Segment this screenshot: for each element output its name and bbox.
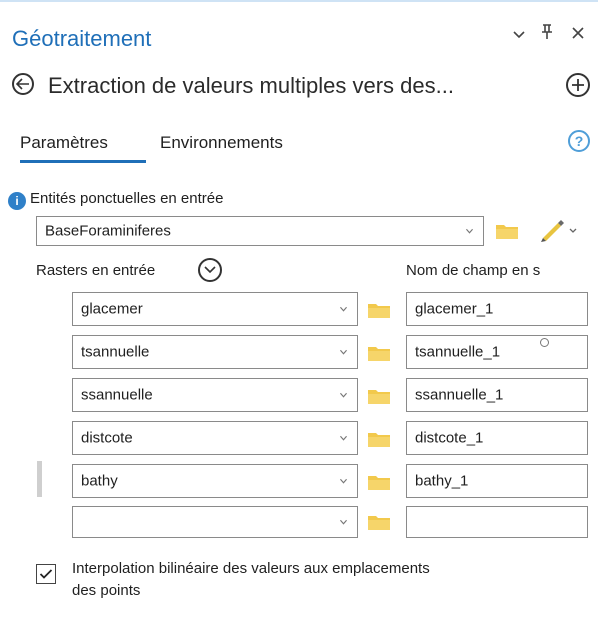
rasters-label: Rasters en entrée xyxy=(36,262,156,279)
checkmark-icon xyxy=(39,569,53,579)
field-name-input[interactable]: glacemer_1 xyxy=(406,292,588,326)
info-icon[interactable]: i xyxy=(8,192,26,210)
active-tab-indicator xyxy=(20,160,146,163)
raster-value: glacemer xyxy=(81,300,143,318)
chevron-down-icon xyxy=(204,266,216,274)
folder-icon[interactable] xyxy=(368,514,390,530)
raster-select[interactable]: tsannuelle xyxy=(72,335,358,369)
pane-menu-chevron-icon[interactable] xyxy=(512,24,526,47)
field-name-value: tsannuelle_1 xyxy=(415,343,501,361)
raster-value: distcote xyxy=(81,429,133,447)
input-features-label: Entités ponctuelles en entrée xyxy=(30,190,224,207)
expand-rasters-button[interactable] xyxy=(198,258,222,282)
raster-select[interactable]: glacemer xyxy=(72,292,358,326)
back-button[interactable] xyxy=(12,73,34,95)
arrow-left-icon xyxy=(16,78,29,90)
raster-select[interactable]: ssannuelle xyxy=(72,378,358,412)
help-icon[interactable]: ? xyxy=(568,130,590,152)
raster-select[interactable]: distcote xyxy=(72,421,358,455)
field-name-value: bathy_1 xyxy=(415,472,469,490)
folder-icon[interactable] xyxy=(368,474,390,490)
row-drag-handle[interactable] xyxy=(37,461,42,497)
field-name-header: Nom de champ en s xyxy=(406,262,541,279)
chevron-down-icon xyxy=(466,228,473,234)
pane-title: Géotraitement xyxy=(12,26,152,51)
panel-top-border xyxy=(0,0,598,2)
chevron-down-icon xyxy=(340,519,347,525)
bilinear-label-line: Interpolation bilinéaire des valeurs aux… xyxy=(72,560,430,577)
raster-select[interactable] xyxy=(72,506,358,538)
field-name-input[interactable] xyxy=(406,506,588,538)
field-name-input[interactable]: bathy_1 xyxy=(406,464,588,498)
pin-icon[interactable] xyxy=(540,22,554,46)
field-name-value: glacemer_1 xyxy=(415,300,494,318)
bilinear-checkbox[interactable] xyxy=(36,564,56,584)
mouse-cursor-indicator xyxy=(540,338,549,347)
plus-icon xyxy=(572,79,584,91)
chevron-down-icon xyxy=(340,478,347,484)
raster-value: tsannuelle xyxy=(81,343,150,361)
folder-icon[interactable] xyxy=(368,345,390,361)
bilinear-label-line: des points xyxy=(72,582,141,599)
chevron-down-icon xyxy=(340,392,347,398)
raster-select[interactable]: bathy xyxy=(72,464,358,498)
chevron-down-icon xyxy=(340,306,347,312)
input-features-value: BaseForaminiferes xyxy=(45,222,171,240)
field-name-value: ssannuelle_1 xyxy=(415,386,504,404)
folder-icon[interactable] xyxy=(368,302,390,318)
folder-icon[interactable] xyxy=(368,388,390,404)
input-features-select[interactable]: BaseForaminiferes xyxy=(36,216,484,246)
raster-value: bathy xyxy=(81,472,118,490)
folder-icon[interactable] xyxy=(496,223,518,239)
tab-parameters[interactable]: Paramètres xyxy=(20,133,108,153)
folder-icon[interactable] xyxy=(368,431,390,447)
field-name-value: distcote_1 xyxy=(415,429,484,447)
add-button[interactable] xyxy=(566,73,590,97)
field-name-input[interactable]: distcote_1 xyxy=(406,421,588,455)
edit-pencil-icon[interactable] xyxy=(540,218,580,247)
chevron-down-icon xyxy=(340,435,347,441)
tab-environments[interactable]: Environnements xyxy=(160,133,283,153)
field-name-input[interactable]: tsannuelle_1 xyxy=(406,335,588,369)
raster-value: ssannuelle xyxy=(81,386,153,404)
close-icon[interactable] xyxy=(570,24,586,47)
tool-name: Extraction de valeurs multiples vers des… xyxy=(48,73,454,98)
field-name-input[interactable]: ssannuelle_1 xyxy=(406,378,588,412)
chevron-down-icon xyxy=(340,349,347,355)
bilinear-label: Interpolation bilinéaire des valeurs aux… xyxy=(72,558,582,602)
